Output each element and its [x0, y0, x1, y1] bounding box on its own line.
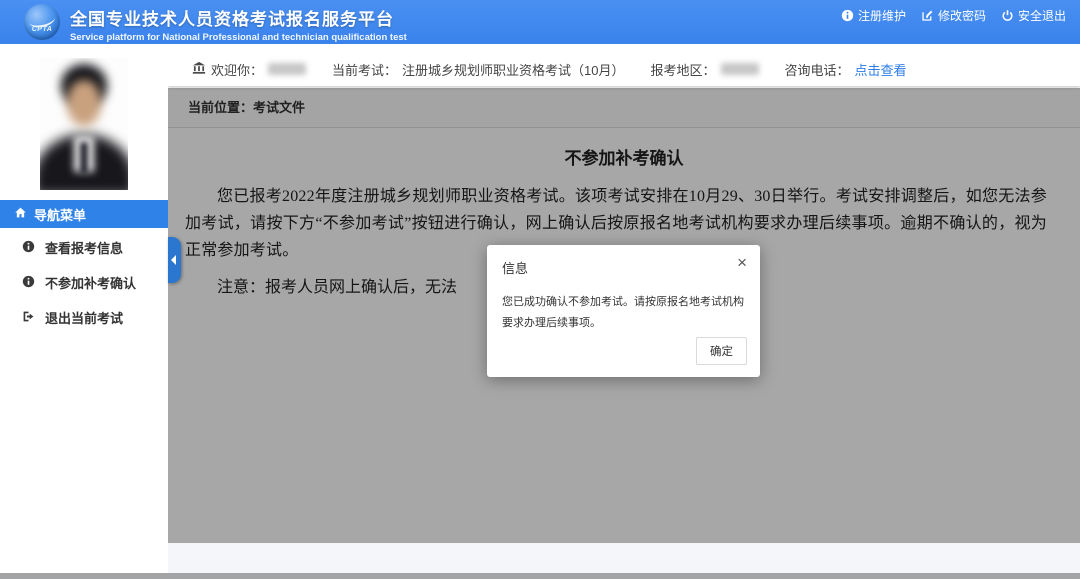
- nav-menu-label: 导航菜单: [34, 205, 86, 224]
- sidebar-item-label: 不参加补考确认: [45, 273, 136, 292]
- welcome-bar: 欢迎你： 当前考试： 注册城乡规划师职业资格考试（10月） 报考地区： 咨询电话…: [168, 52, 1080, 86]
- change-password-link[interactable]: 修改密码: [921, 7, 986, 24]
- bank-icon: [192, 61, 206, 78]
- view-phone-link[interactable]: 点击查看: [855, 60, 907, 79]
- photo-tie: [80, 142, 88, 174]
- change-password-label: 修改密码: [938, 7, 986, 24]
- safe-logout-link[interactable]: 安全退出: [1001, 7, 1066, 24]
- footer-strip: [168, 543, 1080, 573]
- current-exam: 当前考试： 注册城乡规划师职业资格考试（10月）: [332, 60, 624, 79]
- welcome-label: 欢迎你：: [211, 60, 263, 79]
- safe-logout-label: 安全退出: [1018, 7, 1066, 24]
- exam-region-redacted: [721, 63, 759, 75]
- dialog-title: 信息: [502, 261, 528, 276]
- header-links: 注册维护 修改密码 安全退出: [841, 0, 1066, 30]
- page-subtitle: Service platform for National Profession…: [70, 32, 407, 43]
- nav-list: 查看报考信息 不参加补考确认 退出当前考试: [0, 230, 168, 335]
- ok-button[interactable]: 确定: [696, 337, 747, 365]
- content-panel: 当前位置：考试文件 不参加补考确认 您已报考2022年度注册城乡规划师职业资格考…: [168, 88, 1080, 543]
- welcome-user: 欢迎你：: [192, 60, 306, 79]
- sidebar-collapse-handle[interactable]: [168, 237, 181, 283]
- info-circle-icon: [22, 240, 35, 256]
- sidebar-item-exit-exam[interactable]: 退出当前考试: [0, 300, 168, 335]
- home-icon: [14, 206, 27, 222]
- photo-face: [67, 80, 101, 126]
- register-maintain-label: 注册维护: [858, 7, 906, 24]
- consult-phone-label: 咨询电话：: [785, 60, 850, 79]
- info-dialog: 信息 × 您已成功确认不参加考试。请按原报名地考试机构要求办理后续事项。 确定: [487, 245, 760, 377]
- user-name-redacted: [268, 63, 306, 75]
- sidebar-item-label: 查看报考信息: [45, 238, 123, 257]
- user-photo: [40, 58, 128, 190]
- edit-icon: [921, 9, 934, 22]
- nav-menu-header[interactable]: 导航菜单: [0, 200, 168, 228]
- exam-region-label: 报考地区：: [651, 60, 716, 79]
- consult-phone: 咨询电话： 点击查看: [785, 60, 907, 79]
- dialog-footer: 确定: [696, 337, 747, 365]
- power-icon: [1001, 9, 1014, 22]
- dialog-header: 信息 ×: [487, 245, 760, 278]
- bottom-bar: [0, 573, 1080, 579]
- sidebar-item-label: 退出当前考试: [45, 308, 123, 327]
- logout-icon: [22, 310, 35, 326]
- current-exam-label: 当前考试：: [332, 60, 397, 79]
- page: CPTA 全国专业技术人员资格考试报名服务平台 Service platform…: [0, 0, 1080, 579]
- page-title: 全国专业技术人员资格考试报名服务平台: [70, 5, 407, 30]
- sidebar-item-view-registration[interactable]: 查看报考信息: [0, 230, 168, 265]
- close-icon[interactable]: ×: [737, 254, 747, 271]
- title-block: 全国专业技术人员资格考试报名服务平台 Service platform for …: [70, 5, 407, 43]
- sidebar: 导航菜单 查看报考信息 不参加补考确认 退出当前考试: [0, 44, 168, 573]
- exam-region: 报考地区：: [651, 60, 759, 79]
- cpta-logo-icon: CPTA: [24, 4, 60, 40]
- logo-text: CPTA: [24, 26, 60, 33]
- register-maintain-link[interactable]: 注册维护: [841, 7, 906, 24]
- sidebar-item-no-makeup-confirm[interactable]: 不参加补考确认: [0, 265, 168, 300]
- dialog-message: 您已成功确认不参加考试。请按原报名地考试机构要求办理后续事项。: [487, 278, 760, 334]
- current-exam-value: 注册城乡规划师职业资格考试（10月）: [402, 60, 624, 79]
- app-header: CPTA 全国专业技术人员资格考试报名服务平台 Service platform…: [0, 0, 1080, 44]
- info-circle-icon: [22, 275, 35, 291]
- info-circle-icon: [841, 9, 854, 22]
